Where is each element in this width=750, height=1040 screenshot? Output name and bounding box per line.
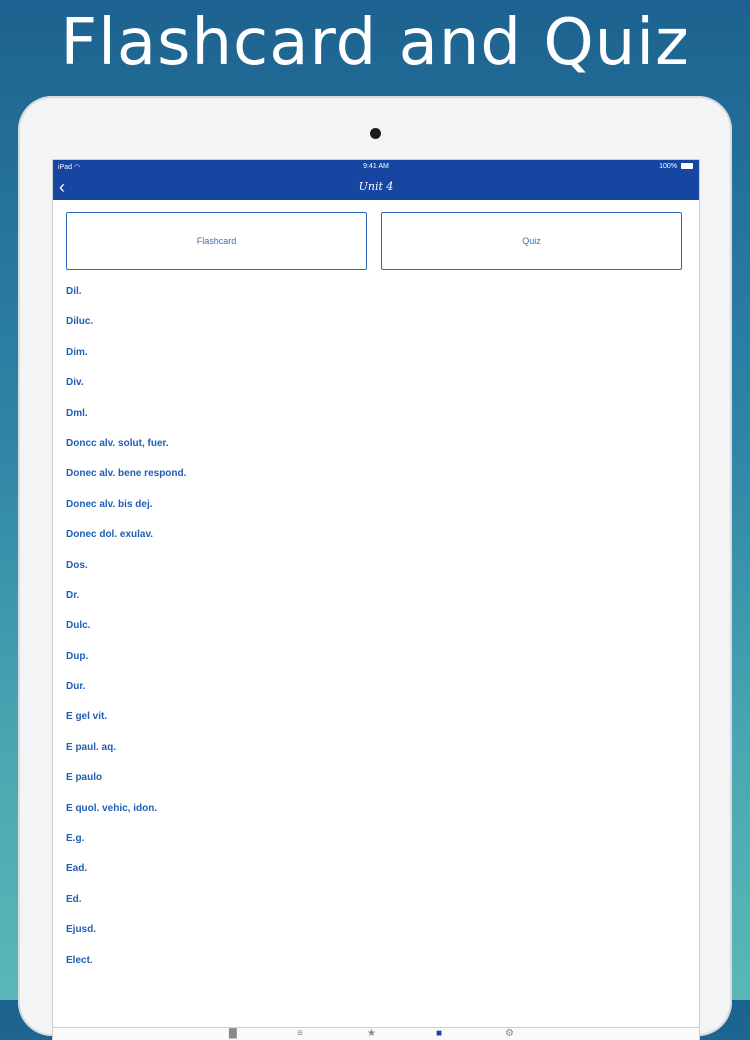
book-icon[interactable]: ■: [436, 1029, 442, 1039]
list-item[interactable]: Elect.: [66, 953, 686, 983]
list-item[interactable]: Ead.: [66, 861, 686, 891]
list-item[interactable]: Dr.: [66, 588, 686, 618]
list-item[interactable]: Dml.: [66, 406, 686, 436]
list-item[interactable]: E quol. vehic, idon.: [66, 801, 686, 831]
list-item[interactable]: Dur.: [66, 679, 686, 709]
list-icon[interactable]: ≡: [297, 1029, 303, 1039]
list-item[interactable]: Ed.: [66, 892, 686, 922]
list-item[interactable]: Div.: [66, 375, 686, 405]
list-item[interactable]: Donec alv. bis dej.: [66, 497, 686, 527]
abbreviation-list: Dil. Diluc. Dim. Div. Dml. Doncc alv. so…: [66, 284, 686, 983]
list-item[interactable]: Dup.: [66, 649, 686, 679]
app-screen: iPad ◠ 9:41 AM 100% ‹ Unit 4 Flashcard Q…: [53, 160, 699, 1040]
battery-icon: [681, 163, 693, 169]
list-item[interactable]: E.g.: [66, 831, 686, 861]
tab-bar: ▇ ≡ ★ ■ ⚙: [53, 1027, 699, 1040]
list-item[interactable]: E paul. aq.: [66, 740, 686, 770]
gear-icon[interactable]: ⚙: [505, 1029, 514, 1039]
list-item[interactable]: E gel vit.: [66, 709, 686, 739]
list-item[interactable]: Dulc.: [66, 618, 686, 648]
list-item[interactable]: Donec alv. bene respond.: [66, 466, 686, 496]
star-icon[interactable]: ★: [367, 1029, 376, 1039]
list-item[interactable]: Donec dol. exulav.: [66, 527, 686, 557]
ipad-frame: iPad ◠ 9:41 AM 100% ‹ Unit 4 Flashcard Q…: [18, 96, 732, 1040]
list-item[interactable]: Doncc alv. solut, fuer.: [66, 436, 686, 466]
list-item[interactable]: Diluc.: [66, 314, 686, 344]
list-item[interactable]: Dos.: [66, 558, 686, 588]
list-item[interactable]: Ejusd.: [66, 922, 686, 952]
quiz-button[interactable]: Quiz: [381, 212, 682, 270]
front-camera: [370, 128, 381, 139]
chart-icon[interactable]: ▇: [229, 1029, 237, 1039]
promo-headline: Flashcard and Quiz: [60, 6, 690, 80]
status-battery: 100%: [659, 163, 693, 170]
navigation-bar: ‹ Unit 4: [53, 174, 699, 200]
page-title: Unit 4: [358, 180, 394, 193]
flashcard-button[interactable]: Flashcard: [66, 212, 367, 270]
status-bar: iPad ◠ 9:41 AM 100%: [53, 160, 699, 174]
list-item[interactable]: Dim.: [66, 345, 686, 375]
list-item[interactable]: Dil.: [66, 284, 686, 314]
status-time: 9:41 AM: [363, 163, 389, 170]
list-item[interactable]: E paulo: [66, 770, 686, 800]
battery-label: 100%: [659, 163, 678, 170]
